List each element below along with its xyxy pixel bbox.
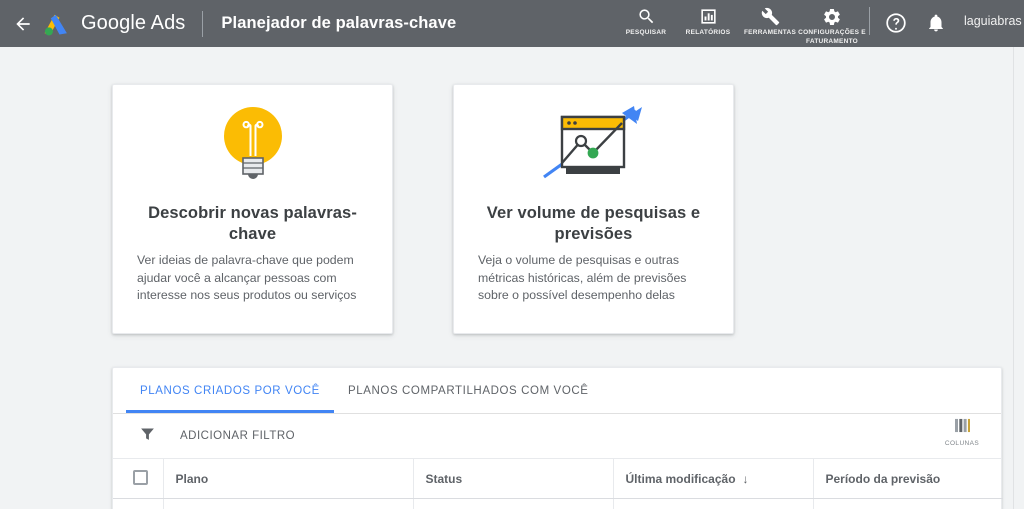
- select-all-checkbox[interactable]: [133, 470, 148, 485]
- column-header-label: Plano: [175, 472, 209, 486]
- page-title: Planejador de palavras-chave: [221, 14, 457, 32]
- header-divider: [202, 10, 204, 37]
- plans-table: Plano Status Última modificação ↓ Períod…: [113, 459, 1003, 509]
- select-all-header: [113, 459, 164, 499]
- add-filter-button[interactable]: ADICIONAR FILTRO: [139, 425, 295, 447]
- google-ads-logo: [44, 14, 67, 35]
- reports-icon: [699, 6, 718, 27]
- nav-item-pesquisar[interactable]: PESQUISAR: [615, 0, 677, 38]
- columns-button[interactable]: COLUNAS: [935, 418, 989, 447]
- column-header-ultima-modificacao[interactable]: Última modificação ↓: [613, 459, 814, 499]
- gear-icon: [822, 6, 842, 27]
- tab-planos-criados-por-voce[interactable]: PLANOS CRIADOS POR VOCÊ: [126, 368, 334, 413]
- help-icon[interactable]: [876, 3, 916, 43]
- card-ver-volume-pesquisas-previsoes[interactable]: Ver volume de pesquisas e previsões Veja…: [453, 84, 734, 334]
- header-nav: PESQUISAR RELATÓRIOS FERRAMENTAS CONFIGU…: [615, 0, 1024, 47]
- brand-name: Google Ads: [81, 12, 186, 34]
- card-description: Veja o volume de pesquisas e outras métr…: [478, 253, 687, 302]
- wrench-icon: [761, 6, 780, 27]
- column-header-label: Última modificação: [625, 472, 736, 486]
- column-header-label: Período da previsão: [825, 472, 941, 486]
- brand-logo-link[interactable]: Google Ads: [42, 11, 185, 37]
- card-title: Ver volume de pesquisas e previsões: [486, 204, 701, 243]
- search-icon: [637, 6, 656, 27]
- table-row: Início do plano às jun 10, 2021, 9 AM, G…: [113, 498, 1003, 509]
- cell-status: Rascunho: [413, 498, 614, 509]
- lightbulb-icon: [216, 85, 290, 203]
- bell-icon[interactable]: [916, 3, 956, 43]
- nav-item-relatorios[interactable]: RELATÓRIOS: [677, 0, 739, 38]
- card-descobrir-novas-palavras-chave[interactable]: Descobrir novas palavras-chave Ver ideia…: [112, 84, 393, 334]
- back-arrow-icon[interactable]: [6, 14, 40, 34]
- column-header-plano[interactable]: Plano: [163, 459, 414, 499]
- table-header-row: Plano Status Última modificação ↓ Períod…: [113, 459, 1003, 499]
- plans-tabs: PLANOS CRIADOS POR VOCÊ PLANOS COMPARTIL…: [113, 368, 1001, 414]
- columns-label: COLUNAS: [944, 440, 980, 447]
- plans-toolbar: ADICIONAR FILTRO COLUNAS: [113, 414, 1001, 459]
- card-title: Descobrir novas palavras-chave: [148, 204, 357, 243]
- search-volume-forecast-icon: [538, 85, 650, 203]
- columns-icon: [954, 418, 971, 438]
- column-header-label: Status: [425, 472, 463, 486]
- account-name[interactable]: laguiabrasil.s: [964, 14, 1022, 28]
- nav-label-configuracoes-faturamento: CONFIGURAÇÕES E FATURAMENTO: [798, 29, 866, 45]
- tab-label: PLANOS CRIADOS POR VOCÊ: [140, 384, 320, 397]
- tab-label: PLANOS COMPARTILHADOS COM VOCÊ: [347, 384, 589, 397]
- add-filter-label: ADICIONAR FILTRO: [180, 430, 296, 442]
- cell-periodo-da-previsao: 1 a 31 jul 2021 (Próximo mês): [813, 498, 1003, 509]
- nav-divider: [869, 7, 870, 35]
- entry-cards: Descobrir novas palavras-chave Ver ideia…: [112, 84, 734, 334]
- top-header-bar: Google Ads Planejador de palavras-chave …: [0, 0, 1024, 47]
- nav-item-configuracoes-faturamento[interactable]: CONFIGURAÇÕES E FATURAMENTO: [798, 0, 866, 46]
- filter-icon: [139, 425, 156, 447]
- tab-planos-compartilhados-com-voce[interactable]: PLANOS COMPARTILHADOS COM VOCÊ: [334, 368, 603, 413]
- sort-descending-icon: ↓: [742, 472, 749, 486]
- column-header-periodo-da-previsao[interactable]: Período da previsão: [813, 459, 1003, 499]
- plans-panel: PLANOS CRIADOS POR VOCÊ PLANOS COMPARTIL…: [112, 367, 1003, 509]
- nav-item-ferramentas[interactable]: FERRAMENTAS: [739, 0, 801, 38]
- row-select-cell: [113, 498, 164, 509]
- card-description: Ver ideias de palavra-chave que podem aj…: [137, 253, 357, 302]
- cell-plano: Início do plano às jun 10, 2021, 9 AM, G…: [163, 498, 414, 509]
- cell-ultima-modificacao: 10 de jun de 2021: [613, 498, 814, 509]
- vertical-scrollbar[interactable]: [1013, 47, 1024, 509]
- column-header-status[interactable]: Status: [413, 459, 614, 499]
- page-content: Descobrir novas palavras-chave Ver ideia…: [0, 47, 1013, 509]
